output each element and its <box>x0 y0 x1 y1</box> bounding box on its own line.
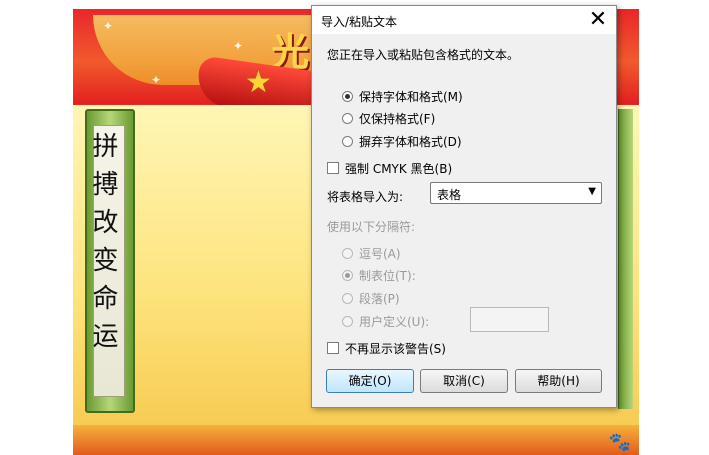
radio-button[interactable] <box>342 269 353 281</box>
radio-paragraph[interactable]: 段落(P) <box>342 289 400 307</box>
no-warning-checkbox[interactable] <box>327 342 339 354</box>
ok-button[interactable]: 确定(O) <box>326 369 414 393</box>
radio-label: 用户定义(U): <box>359 314 430 329</box>
poster-footer <box>73 425 639 455</box>
radio-user-defined[interactable]: 用户定义(U): <box>342 312 429 330</box>
force-cmyk-checkbox-row[interactable]: 强制 CMYK 黑色(B) <box>327 159 452 177</box>
radio-button[interactable] <box>342 292 353 304</box>
radio-button[interactable] <box>342 247 353 259</box>
radio-label: 摒弃字体和格式(D) <box>359 134 462 149</box>
radio-discard-font-format[interactable]: 摒弃字体和格式(D) <box>342 132 462 150</box>
close-button[interactable]: ✕ <box>586 8 610 32</box>
scroll-slogan: 拼搏改变命运 <box>88 132 118 360</box>
radio-button[interactable] <box>342 112 353 124</box>
radio-button[interactable] <box>342 135 353 147</box>
dialog-titlebar: 导入/粘贴文本 ✕ <box>312 6 616 34</box>
radio-label: 逗号(A) <box>359 246 401 261</box>
force-cmyk-checkbox[interactable] <box>327 162 339 174</box>
paw-icon: 🐾 <box>608 432 631 453</box>
import-table-value: 表格 <box>437 188 462 202</box>
dialog-title: 导入/粘贴文本 <box>321 15 398 29</box>
import-table-select[interactable]: 表格 ▼ <box>430 182 602 204</box>
dialog-message: 您正在导入或粘贴包含格式的文本。 <box>327 48 520 62</box>
no-warning-checkbox-row[interactable]: 不再显示该警告(S) <box>327 339 446 357</box>
sparkle-icon: ✦ <box>233 39 244 53</box>
close-icon: ✕ <box>588 7 608 32</box>
no-warning-label: 不再显示该警告(S) <box>345 341 446 356</box>
radio-label: 段落(P) <box>359 291 400 306</box>
radio-keep-font-format[interactable]: 保持字体和格式(M) <box>342 87 463 105</box>
force-cmyk-label: 强制 CMYK 黑色(B) <box>345 161 453 176</box>
bamboo-scroll: 拼搏改变命运 <box>85 109 135 413</box>
radio-label: 制表位(T): <box>359 268 416 283</box>
radio-button[interactable] <box>342 315 353 327</box>
cancel-button[interactable]: 取消(C) <box>420 369 508 393</box>
radio-label: 仅保持格式(F) <box>359 111 436 126</box>
scroll-paper: 拼搏改变命运 <box>88 125 125 397</box>
radio-button[interactable] <box>342 90 353 102</box>
radio-tab-stop[interactable]: 制表位(T): <box>342 266 416 284</box>
star-icon: ★ <box>245 65 272 100</box>
radio-label: 保持字体和格式(M) <box>359 89 463 104</box>
chevron-down-icon: ▼ <box>588 186 596 197</box>
sparkle-icon: ✦ <box>103 19 114 33</box>
right-bamboo-decoration <box>618 109 633 409</box>
user-defined-input[interactable] <box>470 307 549 332</box>
sparkle-icon: ✦ <box>151 73 162 87</box>
import-table-label: 将表格导入为: <box>327 190 404 204</box>
help-button[interactable]: 帮助(H) <box>515 369 602 393</box>
radio-comma[interactable]: 逗号(A) <box>342 244 401 262</box>
separator-label: 使用以下分隔符: <box>327 220 416 234</box>
radio-keep-format-only[interactable]: 仅保持格式(F) <box>342 109 435 127</box>
import-paste-text-dialog: 导入/粘贴文本 ✕ 您正在导入或粘贴包含格式的文本。 保持字体和格式(M) 仅保… <box>311 5 617 408</box>
